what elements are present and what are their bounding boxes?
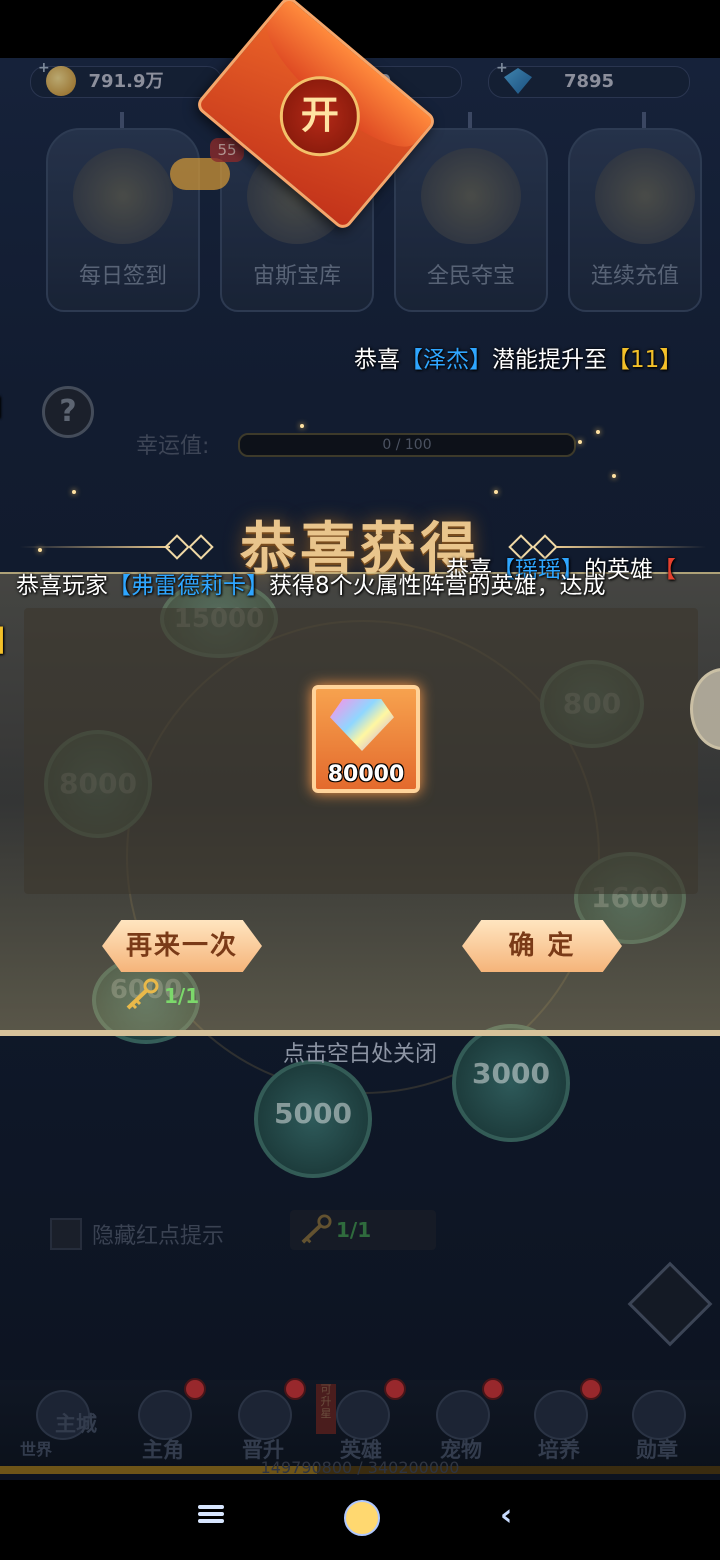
event-label: 宙斯宝库 (252, 264, 341, 289)
exp-text: 149790800 / 340200000 (260, 1458, 460, 1477)
wheel-token: 5000 (254, 1060, 372, 1178)
promotion-icon (238, 1390, 292, 1440)
nav-label: 主城 (55, 1411, 97, 1436)
hero-icon (336, 1390, 390, 1440)
key-icon (126, 978, 159, 1010)
game-screen: 791.9万 2400 7895 + + 每日签到 宙斯宝库 全民夺宝 连续充值… (0, 0, 720, 1560)
gold-coin-icon (46, 66, 76, 96)
quill-scroll-icon (73, 148, 173, 244)
bottom-nav: 主城 世界 主角 晋升 英雄 可升星 宠物 培养 勋章 (0, 1380, 720, 1470)
reward-item-count: 80000 (327, 762, 405, 787)
player-name: 【弗雷德莉卡】 (108, 573, 269, 599)
broadcast-text: 获得8个火属性阵营的英雄，达成 (269, 573, 606, 599)
event-label: 连续充值 (590, 264, 679, 289)
key-count: 1/1 (164, 984, 200, 1008)
key-icon (301, 1214, 332, 1244)
broadcast-achievement: 恭喜玩家【弗雷德莉卡】获得8个火属性阵营的英雄，达成 (16, 566, 606, 600)
spark (612, 474, 616, 478)
spark (300, 424, 304, 428)
recent-apps-icon[interactable] (196, 1502, 226, 1528)
potential-value: 【11】 (607, 347, 683, 373)
close-hint[interactable]: 点击空白处关闭 (0, 1036, 720, 1068)
event-card-daily-checkin[interactable]: 每日签到 (46, 128, 200, 312)
add-gem-icon[interactable]: + (496, 60, 508, 76)
pet-icon (436, 1390, 490, 1440)
spark (596, 430, 600, 434)
spark (72, 490, 76, 494)
chat-bubble-icon (170, 158, 230, 190)
event-label: 每日签到 (78, 264, 167, 289)
red-dot (384, 1378, 406, 1400)
broadcast-text: 潜能提升至 (492, 347, 607, 373)
red-dot (580, 1378, 602, 1400)
lucky-label: 幸运值: (136, 434, 210, 459)
upgradable-tag: 可升星 (316, 1384, 336, 1434)
reward-item[interactable]: 80000 (312, 685, 420, 793)
broadcast-text: 【 (653, 557, 676, 583)
scroll-icon (595, 148, 695, 244)
lucky-progress-text: 0 / 100 (382, 437, 432, 453)
event-card-treasure-hunt[interactable]: 全民夺宝 (394, 128, 548, 312)
player-name: 【泽杰】 (400, 347, 492, 373)
red-dot (284, 1378, 306, 1400)
home-face-icon[interactable] (344, 1500, 380, 1536)
event-label: 全民夺宝 (426, 264, 515, 289)
add-gold-icon[interactable]: + (38, 60, 50, 76)
broadcast-text: 恭喜玩家 (16, 573, 108, 599)
reward-panel (0, 572, 720, 1036)
broadcast-fragment: ▌ (0, 628, 12, 654)
key-count-bottom: 1/1 (336, 1218, 372, 1242)
lucky-progress-bar: 0 / 100 (238, 433, 576, 457)
back-icon[interactable]: ‹ (500, 1501, 524, 1532)
spark (494, 490, 498, 494)
nav-item-medals[interactable]: 勋章 (608, 1380, 706, 1470)
broadcast-fragment: 】 (0, 388, 15, 422)
open-envelope-button[interactable]: 开 (279, 76, 360, 157)
broadcast-text: 恭喜 (354, 347, 400, 373)
nav-sublabel: 世界 (19, 1440, 52, 1459)
rainbow-gem-icon (330, 699, 394, 751)
gift-box-icon (421, 148, 521, 244)
card-pin (120, 112, 124, 128)
help-icon[interactable]: ? (42, 386, 94, 438)
nav-item-main-city[interactable]: 主城 世界 (12, 1380, 110, 1470)
event-card-continuous-recharge[interactable]: 连续充值 (568, 128, 702, 312)
eye-icon[interactable] (627, 1261, 713, 1347)
try-again-button[interactable]: 再来一次 (102, 920, 262, 972)
broadcast-potential: 恭喜【泽杰】潜能提升至【11】 (354, 340, 682, 374)
red-dot (184, 1378, 206, 1400)
confirm-button[interactable]: 确 定 (462, 920, 622, 972)
training-icon (534, 1390, 588, 1440)
red-dot (482, 1378, 504, 1400)
medal-icon (632, 1390, 686, 1440)
card-pin (642, 112, 646, 128)
spark (578, 440, 582, 444)
hide-red-dot-label: 隐藏红点提示 (92, 1224, 225, 1249)
hide-red-dot-checkbox[interactable] (50, 1218, 82, 1250)
protagonist-icon (138, 1390, 192, 1440)
card-pin (468, 112, 472, 128)
